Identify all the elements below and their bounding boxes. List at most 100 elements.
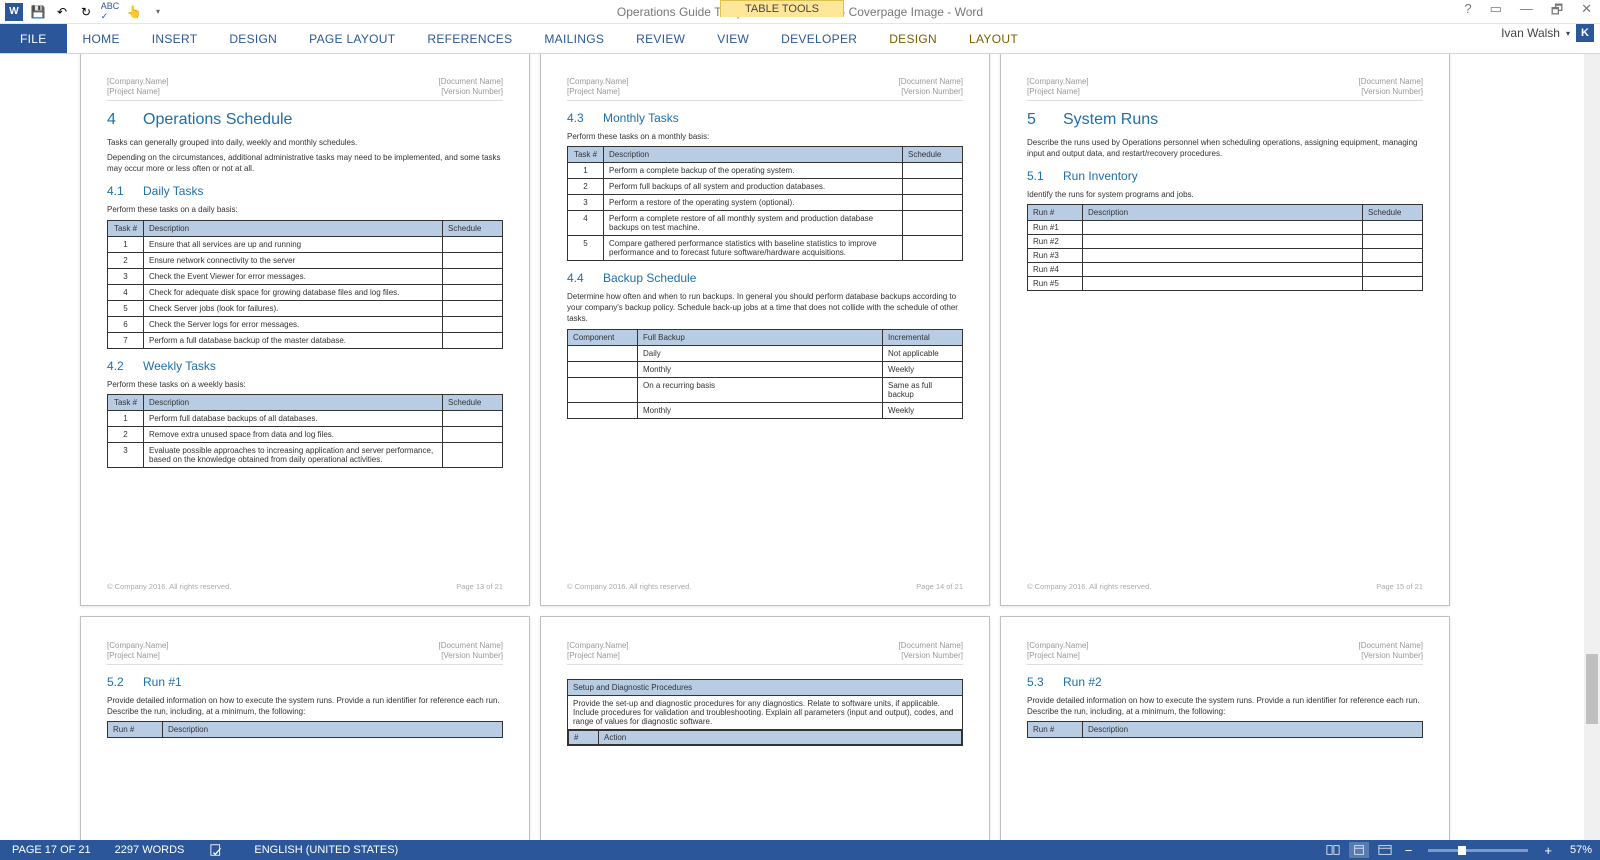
- table-row[interactable]: 3Check the Event Viewer for error messag…: [108, 268, 503, 284]
- redo-button[interactable]: ↻: [76, 2, 96, 22]
- spellcheck-button[interactable]: ABC✓: [100, 2, 120, 22]
- web-layout-button[interactable]: [1375, 842, 1395, 858]
- table-row[interactable]: 2Remove extra unused space from data and…: [108, 426, 503, 442]
- tab-references[interactable]: REFERENCES: [411, 24, 528, 53]
- table-row[interactable]: DailyNot applicable: [568, 345, 963, 361]
- zoom-slider[interactable]: [1428, 849, 1528, 852]
- tab-home[interactable]: HOME: [67, 24, 136, 53]
- table-row[interactable]: 1Perform full database backups of all da…: [108, 410, 503, 426]
- run-inventory-table[interactable]: Run #DescriptionSchedule Run #1Run #2Run…: [1027, 204, 1423, 291]
- table-row[interactable]: 5Compare gathered performance statistics…: [568, 235, 963, 260]
- table-row[interactable]: Run #4: [1028, 263, 1423, 277]
- table-cell: [443, 332, 503, 348]
- zoom-slider-thumb[interactable]: [1458, 846, 1466, 855]
- status-language[interactable]: ENGLISH (UNITED STATES): [242, 844, 410, 856]
- table-cell: Run #1: [1028, 221, 1083, 235]
- table-cell: [1363, 263, 1423, 277]
- ribbon-display-button[interactable]: ▭: [1486, 1, 1506, 23]
- table-row[interactable]: MonthlyWeekly: [568, 402, 963, 418]
- run2-table[interactable]: Run #Description: [1027, 721, 1423, 738]
- heading-2: 5.1Run Inventory: [1027, 169, 1423, 183]
- print-layout-button[interactable]: [1349, 842, 1369, 858]
- tab-design[interactable]: DESIGN: [213, 24, 293, 53]
- run1-table[interactable]: Run #Description: [107, 721, 503, 738]
- scrollbar-thumb[interactable]: [1586, 654, 1598, 724]
- user-account[interactable]: Ivan Walsh ▾ K: [1501, 24, 1594, 42]
- table-cell: Perform a complete restore of all monthl…: [604, 210, 903, 235]
- ribbon-tabs: FILE HOME INSERT DESIGN PAGE LAYOUT REFE…: [0, 24, 1600, 54]
- paragraph: Determine how often and when to run back…: [567, 291, 963, 325]
- zoom-level[interactable]: 57%: [1570, 844, 1592, 856]
- tab-mailings[interactable]: MAILINGS: [528, 24, 620, 53]
- tab-page-layout[interactable]: PAGE LAYOUT: [293, 24, 411, 53]
- backup-schedule-table[interactable]: ComponentFull BackupIncremental DailyNot…: [567, 329, 963, 419]
- table-cell: 3: [108, 268, 144, 284]
- table-cell: Compare gathered performance statistics …: [604, 235, 903, 260]
- document-page[interactable]: [Company.Name][Project Name] [Document N…: [540, 616, 990, 840]
- status-page[interactable]: PAGE 17 OF 21: [0, 844, 103, 856]
- document-page[interactable]: [Company.Name][Project Name] [Document N…: [1000, 616, 1450, 840]
- tab-insert[interactable]: INSERT: [136, 24, 214, 53]
- table-row[interactable]: 4Perform a complete restore of all month…: [568, 210, 963, 235]
- table-row[interactable]: Run #2: [1028, 235, 1423, 249]
- document-page[interactable]: [Company.Name][Project Name] [Document N…: [1000, 54, 1450, 606]
- table-row[interactable]: 4Check for adequate disk space for growi…: [108, 284, 503, 300]
- table-cell: [903, 178, 963, 194]
- vertical-scrollbar[interactable]: [1584, 54, 1600, 840]
- save-button[interactable]: 💾: [28, 2, 48, 22]
- monthly-tasks-table[interactable]: Task #DescriptionSchedule 1Perform a com…: [567, 146, 963, 261]
- daily-tasks-table[interactable]: Task #DescriptionSchedule 1Ensure that a…: [107, 220, 503, 349]
- status-proofing[interactable]: [196, 843, 242, 857]
- document-page[interactable]: [Company.Name][Project Name] [Document N…: [80, 54, 530, 606]
- table-row[interactable]: 2Ensure network connectivity to the serv…: [108, 252, 503, 268]
- page-header: [Company.Name][Project Name] [Document N…: [107, 641, 503, 665]
- table-row[interactable]: Run #3: [1028, 249, 1423, 263]
- table-row[interactable]: 2Perform full backups of all system and …: [568, 178, 963, 194]
- restore-button[interactable]: 🗗: [1547, 1, 1567, 23]
- close-button[interactable]: ✕: [1577, 1, 1596, 23]
- heading-2: 4.1Daily Tasks: [107, 184, 503, 198]
- status-word-count[interactable]: 2297 WORDS: [103, 844, 197, 856]
- table-row[interactable]: 3Perform a restore of the operating syst…: [568, 194, 963, 210]
- zoom-out-button[interactable]: −: [1401, 843, 1417, 858]
- table-cell: [1083, 249, 1363, 263]
- table-row[interactable]: 1Ensure that all services are up and run…: [108, 236, 503, 252]
- table-row[interactable]: 7Perform a full database backup of the m…: [108, 332, 503, 348]
- diagnostic-table[interactable]: Setup and Diagnostic Procedures Provide …: [567, 679, 963, 746]
- table-cell: Run #3: [1028, 249, 1083, 263]
- tab-review[interactable]: REVIEW: [620, 24, 701, 53]
- table-cell: [903, 235, 963, 260]
- document-page[interactable]: [Company.Name][Project Name] [Document N…: [80, 616, 530, 840]
- minimize-button[interactable]: —: [1516, 1, 1537, 23]
- weekly-tasks-table[interactable]: Task #DescriptionSchedule 1Perform full …: [107, 394, 503, 468]
- table-cell: [443, 284, 503, 300]
- help-button[interactable]: ?: [1460, 1, 1475, 23]
- table-cell: Not applicable: [883, 345, 963, 361]
- tab-file[interactable]: FILE: [0, 24, 67, 53]
- table-row[interactable]: Run #5: [1028, 277, 1423, 291]
- status-bar: PAGE 17 OF 21 2297 WORDS ENGLISH (UNITED…: [0, 840, 1600, 860]
- table-row[interactable]: MonthlyWeekly: [568, 361, 963, 377]
- table-row[interactable]: 3Evaluate possible approaches to increas…: [108, 442, 503, 467]
- tab-view[interactable]: VIEW: [701, 24, 765, 53]
- table-row[interactable]: On a recurring basisSame as full backup: [568, 377, 963, 402]
- word-icon[interactable]: W: [4, 2, 24, 22]
- read-mode-button[interactable]: [1323, 842, 1343, 858]
- table-row[interactable]: Run #1: [1028, 221, 1423, 235]
- qat-customize[interactable]: ▾: [148, 2, 168, 22]
- table-cell: Ensure network connectivity to the serve…: [144, 252, 443, 268]
- tab-table-design[interactable]: DESIGN: [873, 24, 953, 53]
- document-page[interactable]: [Company.Name][Project Name] [Document N…: [540, 54, 990, 606]
- document-canvas[interactable]: [Company.Name][Project Name] [Document N…: [0, 54, 1600, 840]
- zoom-in-button[interactable]: +: [1540, 843, 1556, 858]
- table-row[interactable]: 6Check the Server logs for error message…: [108, 316, 503, 332]
- table-cell: 6: [108, 316, 144, 332]
- tab-table-layout[interactable]: LAYOUT: [953, 24, 1034, 53]
- proofing-icon: [210, 843, 224, 857]
- tab-developer[interactable]: DEVELOPER: [765, 24, 873, 53]
- table-row[interactable]: 1Perform a complete backup of the operat…: [568, 162, 963, 178]
- undo-button[interactable]: ↶: [52, 2, 72, 22]
- table-row[interactable]: 5Check Server jobs (look for failures).: [108, 300, 503, 316]
- touch-mode-button[interactable]: 👆: [124, 2, 144, 22]
- table-cell: 2: [108, 252, 144, 268]
